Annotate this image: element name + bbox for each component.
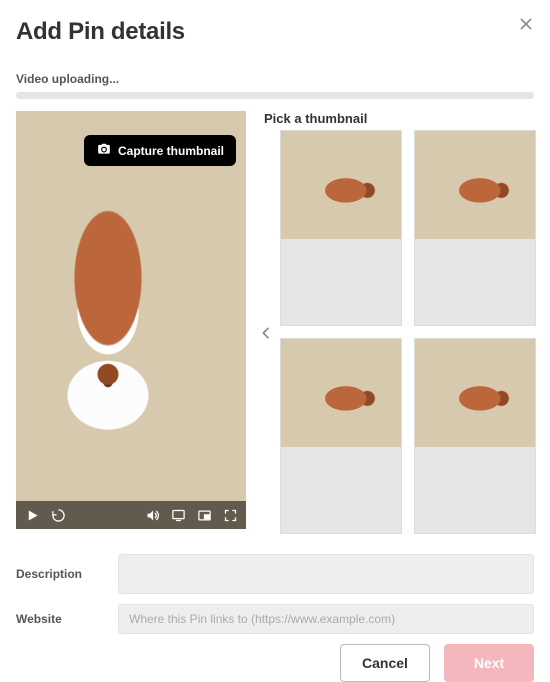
thumbnail-image: [415, 339, 535, 447]
video-column: Capture thumbnail: [16, 111, 246, 534]
chevron-left-icon[interactable]: [258, 325, 274, 344]
description-input[interactable]: [118, 554, 534, 594]
thumbnail-option[interactable]: [280, 338, 402, 534]
upload-status-label: Video uploading...: [16, 72, 534, 86]
cast-icon[interactable]: [170, 507, 186, 523]
cancel-button[interactable]: Cancel: [340, 644, 430, 682]
description-label: Description: [16, 567, 118, 581]
fullscreen-icon[interactable]: [222, 507, 238, 523]
pip-icon[interactable]: [196, 507, 212, 523]
website-input[interactable]: [118, 604, 534, 634]
upload-progress-bar: [16, 92, 534, 99]
capture-thumbnail-button[interactable]: Capture thumbnail: [84, 135, 236, 166]
thumbnail-column: Pick a thumbnail: [256, 111, 536, 534]
thumbnail-image: [281, 339, 401, 447]
next-button[interactable]: Next: [444, 644, 534, 682]
close-icon[interactable]: [518, 14, 534, 38]
video-controls: [16, 501, 246, 529]
volume-icon[interactable]: [144, 507, 160, 523]
thumbnail-option[interactable]: [280, 130, 402, 326]
modal-header: Add Pin details: [16, 14, 534, 58]
video-preview[interactable]: Capture thumbnail: [16, 111, 246, 529]
thumbnail-option[interactable]: [414, 130, 536, 326]
add-pin-modal: Add Pin details Video uploading... Captu…: [0, 0, 550, 682]
thumbnail-image: [415, 131, 535, 239]
modal-footer: Cancel Next: [16, 644, 534, 682]
website-label: Website: [16, 612, 118, 626]
play-icon[interactable]: [24, 507, 40, 523]
replay-icon[interactable]: [50, 507, 66, 523]
modal-title: Add Pin details: [16, 18, 185, 46]
capture-thumbnail-label: Capture thumbnail: [118, 144, 224, 158]
pick-thumbnail-heading: Pick a thumbnail: [264, 111, 536, 126]
form-area: Description Website: [16, 554, 534, 634]
thumbnail-image: [281, 131, 401, 239]
camera-icon: [96, 142, 112, 159]
thumbnail-grid: [256, 130, 536, 534]
content-area: Capture thumbnail Pick a thumbnail: [16, 111, 534, 534]
thumbnail-option[interactable]: [414, 338, 536, 534]
